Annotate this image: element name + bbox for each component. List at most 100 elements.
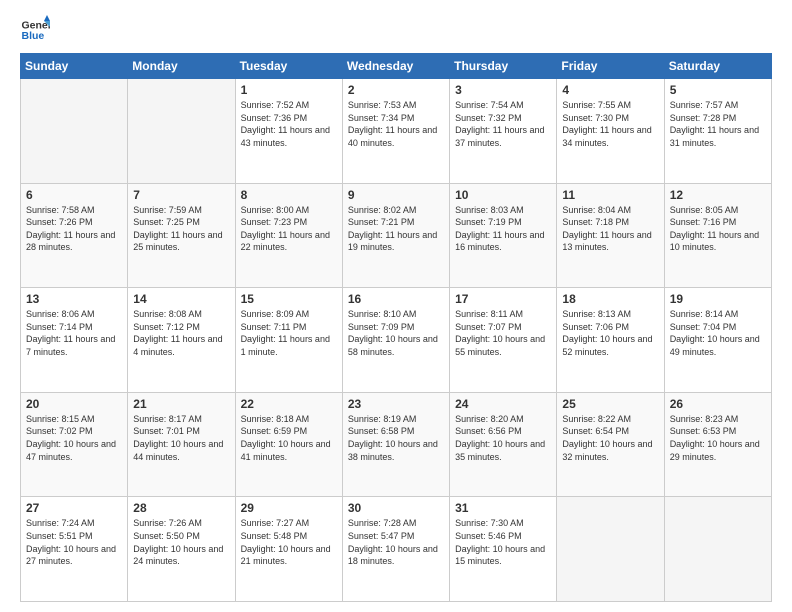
calendar-cell: 25 Sunrise: 8:22 AM Sunset: 6:54 PM Dayli… <box>557 392 664 497</box>
day-number: 22 <box>241 397 337 411</box>
day-info: Sunrise: 8:17 AM Sunset: 7:01 PM Dayligh… <box>133 413 229 463</box>
day-number: 30 <box>348 501 444 515</box>
calendar-cell: 9 Sunrise: 8:02 AM Sunset: 7:21 PM Daylig… <box>342 183 449 288</box>
day-info: Sunrise: 8:13 AM Sunset: 7:06 PM Dayligh… <box>562 308 658 358</box>
day-info: Sunrise: 8:00 AM Sunset: 7:23 PM Dayligh… <box>241 204 337 254</box>
calendar-cell: 14 Sunrise: 8:08 AM Sunset: 7:12 PM Dayli… <box>128 288 235 393</box>
day-number: 4 <box>562 83 658 97</box>
weekday-header-wednesday: Wednesday <box>342 54 449 79</box>
day-number: 23 <box>348 397 444 411</box>
logo-icon: General Blue <box>20 15 50 45</box>
calendar-cell: 24 Sunrise: 8:20 AM Sunset: 6:56 PM Dayli… <box>450 392 557 497</box>
day-info: Sunrise: 8:20 AM Sunset: 6:56 PM Dayligh… <box>455 413 551 463</box>
weekday-header-thursday: Thursday <box>450 54 557 79</box>
calendar-cell: 19Sunrise: 8:14 AM Sunset: 7:04 PM Dayli… <box>664 288 771 393</box>
calendar-cell: 1 Sunrise: 7:52 AM Sunset: 7:36 PM Daylig… <box>235 79 342 184</box>
calendar-table: SundayMondayTuesdayWednesdayThursdayFrid… <box>20 53 772 602</box>
day-info: Sunrise: 7:26 AM Sunset: 5:50 PM Dayligh… <box>133 517 229 567</box>
day-info: Sunrise: 7:58 AM Sunset: 7:26 PM Dayligh… <box>26 204 122 254</box>
day-info: Sunrise: 7:59 AM Sunset: 7:25 PM Dayligh… <box>133 204 229 254</box>
day-info: Sunrise: 8:15 AM Sunset: 7:02 PM Dayligh… <box>26 413 122 463</box>
calendar-cell: 28 Sunrise: 7:26 AM Sunset: 5:50 PM Dayli… <box>128 497 235 602</box>
calendar-cell: 4 Sunrise: 7:55 AM Sunset: 7:30 PM Daylig… <box>557 79 664 184</box>
day-info: Sunrise: 8:19 AM Sunset: 6:58 PM Dayligh… <box>348 413 444 463</box>
weekday-header-tuesday: Tuesday <box>235 54 342 79</box>
day-number: 24 <box>455 397 551 411</box>
page-header: General Blue <box>20 15 772 45</box>
calendar-cell: 23 Sunrise: 8:19 AM Sunset: 6:58 PM Dayli… <box>342 392 449 497</box>
calendar-cell: 26 Sunrise: 8:23 AM Sunset: 6:53 PM Dayli… <box>664 392 771 497</box>
day-number: 17 <box>455 292 551 306</box>
day-info: Sunrise: 8:03 AM Sunset: 7:19 PM Dayligh… <box>455 204 551 254</box>
day-info: Sunrise: 7:54 AM Sunset: 7:32 PM Dayligh… <box>455 99 551 149</box>
day-number: 18 <box>562 292 658 306</box>
calendar-cell: 18 Sunrise: 8:13 AM Sunset: 7:06 PM Dayli… <box>557 288 664 393</box>
calendar-cell: 6 Sunrise: 7:58 AM Sunset: 7:26 PM Daylig… <box>21 183 128 288</box>
day-info: Sunrise: 8:06 AM Sunset: 7:14 PM Dayligh… <box>26 308 122 358</box>
day-number: 9 <box>348 188 444 202</box>
calendar-cell: 15 Sunrise: 8:09 AM Sunset: 7:11 PM Dayli… <box>235 288 342 393</box>
day-info: Sunrise: 7:57 AM Sunset: 7:28 PM Dayligh… <box>670 99 766 149</box>
calendar-cell: 11Sunrise: 8:04 AM Sunset: 7:18 PM Dayli… <box>557 183 664 288</box>
calendar-cell: 30 Sunrise: 7:28 AM Sunset: 5:47 PM Dayli… <box>342 497 449 602</box>
day-number: 28 <box>133 501 229 515</box>
day-number: 11 <box>562 188 658 202</box>
day-number: 15 <box>241 292 337 306</box>
calendar-cell: 12 Sunrise: 8:05 AM Sunset: 7:16 PM Dayli… <box>664 183 771 288</box>
day-info: Sunrise: 8:18 AM Sunset: 6:59 PM Dayligh… <box>241 413 337 463</box>
calendar-cell: 29 Sunrise: 7:27 AM Sunset: 5:48 PM Dayli… <box>235 497 342 602</box>
weekday-header-friday: Friday <box>557 54 664 79</box>
calendar-cell <box>21 79 128 184</box>
day-number: 7 <box>133 188 229 202</box>
weekday-header-saturday: Saturday <box>664 54 771 79</box>
calendar-cell: 7 Sunrise: 7:59 AM Sunset: 7:25 PM Daylig… <box>128 183 235 288</box>
day-number: 5 <box>670 83 766 97</box>
day-info: Sunrise: 7:28 AM Sunset: 5:47 PM Dayligh… <box>348 517 444 567</box>
day-number: 1 <box>241 83 337 97</box>
weekday-header-sunday: Sunday <box>21 54 128 79</box>
calendar-cell: 5 Sunrise: 7:57 AM Sunset: 7:28 PM Daylig… <box>664 79 771 184</box>
calendar-cell: 2 Sunrise: 7:53 AM Sunset: 7:34 PM Daylig… <box>342 79 449 184</box>
day-info: Sunrise: 7:53 AM Sunset: 7:34 PM Dayligh… <box>348 99 444 149</box>
day-info: Sunrise: 8:23 AM Sunset: 6:53 PM Dayligh… <box>670 413 766 463</box>
day-number: 8 <box>241 188 337 202</box>
day-number: 29 <box>241 501 337 515</box>
day-info: Sunrise: 8:22 AM Sunset: 6:54 PM Dayligh… <box>562 413 658 463</box>
day-info: Sunrise: 8:05 AM Sunset: 7:16 PM Dayligh… <box>670 204 766 254</box>
day-number: 14 <box>133 292 229 306</box>
day-info: Sunrise: 7:24 AM Sunset: 5:51 PM Dayligh… <box>26 517 122 567</box>
day-info: Sunrise: 7:27 AM Sunset: 5:48 PM Dayligh… <box>241 517 337 567</box>
calendar-cell: 10 Sunrise: 8:03 AM Sunset: 7:19 PM Dayli… <box>450 183 557 288</box>
day-info: Sunrise: 7:30 AM Sunset: 5:46 PM Dayligh… <box>455 517 551 567</box>
day-info: Sunrise: 8:02 AM Sunset: 7:21 PM Dayligh… <box>348 204 444 254</box>
day-number: 27 <box>26 501 122 515</box>
day-number: 21 <box>133 397 229 411</box>
day-number: 12 <box>670 188 766 202</box>
calendar-cell <box>557 497 664 602</box>
day-info: Sunrise: 8:14 AM Sunset: 7:04 PM Dayligh… <box>670 308 766 358</box>
calendar-cell: 3 Sunrise: 7:54 AM Sunset: 7:32 PM Daylig… <box>450 79 557 184</box>
calendar-cell: 13 Sunrise: 8:06 AM Sunset: 7:14 PM Dayli… <box>21 288 128 393</box>
calendar-cell: 27 Sunrise: 7:24 AM Sunset: 5:51 PM Dayli… <box>21 497 128 602</box>
day-info: Sunrise: 8:08 AM Sunset: 7:12 PM Dayligh… <box>133 308 229 358</box>
calendar-cell: 8 Sunrise: 8:00 AM Sunset: 7:23 PM Daylig… <box>235 183 342 288</box>
day-number: 6 <box>26 188 122 202</box>
day-number: 10 <box>455 188 551 202</box>
weekday-header-monday: Monday <box>128 54 235 79</box>
calendar-cell <box>664 497 771 602</box>
day-info: Sunrise: 7:52 AM Sunset: 7:36 PM Dayligh… <box>241 99 337 149</box>
day-number: 26 <box>670 397 766 411</box>
logo: General Blue <box>20 15 50 45</box>
day-info: Sunrise: 8:09 AM Sunset: 7:11 PM Dayligh… <box>241 308 337 358</box>
day-number: 13 <box>26 292 122 306</box>
day-info: Sunrise: 7:55 AM Sunset: 7:30 PM Dayligh… <box>562 99 658 149</box>
day-number: 3 <box>455 83 551 97</box>
day-number: 31 <box>455 501 551 515</box>
day-info: Sunrise: 8:11 AM Sunset: 7:07 PM Dayligh… <box>455 308 551 358</box>
day-number: 20 <box>26 397 122 411</box>
calendar-cell: 20 Sunrise: 8:15 AM Sunset: 7:02 PM Dayli… <box>21 392 128 497</box>
day-number: 25 <box>562 397 658 411</box>
day-info: Sunrise: 8:10 AM Sunset: 7:09 PM Dayligh… <box>348 308 444 358</box>
calendar-cell: 17 Sunrise: 8:11 AM Sunset: 7:07 PM Dayli… <box>450 288 557 393</box>
day-number: 2 <box>348 83 444 97</box>
